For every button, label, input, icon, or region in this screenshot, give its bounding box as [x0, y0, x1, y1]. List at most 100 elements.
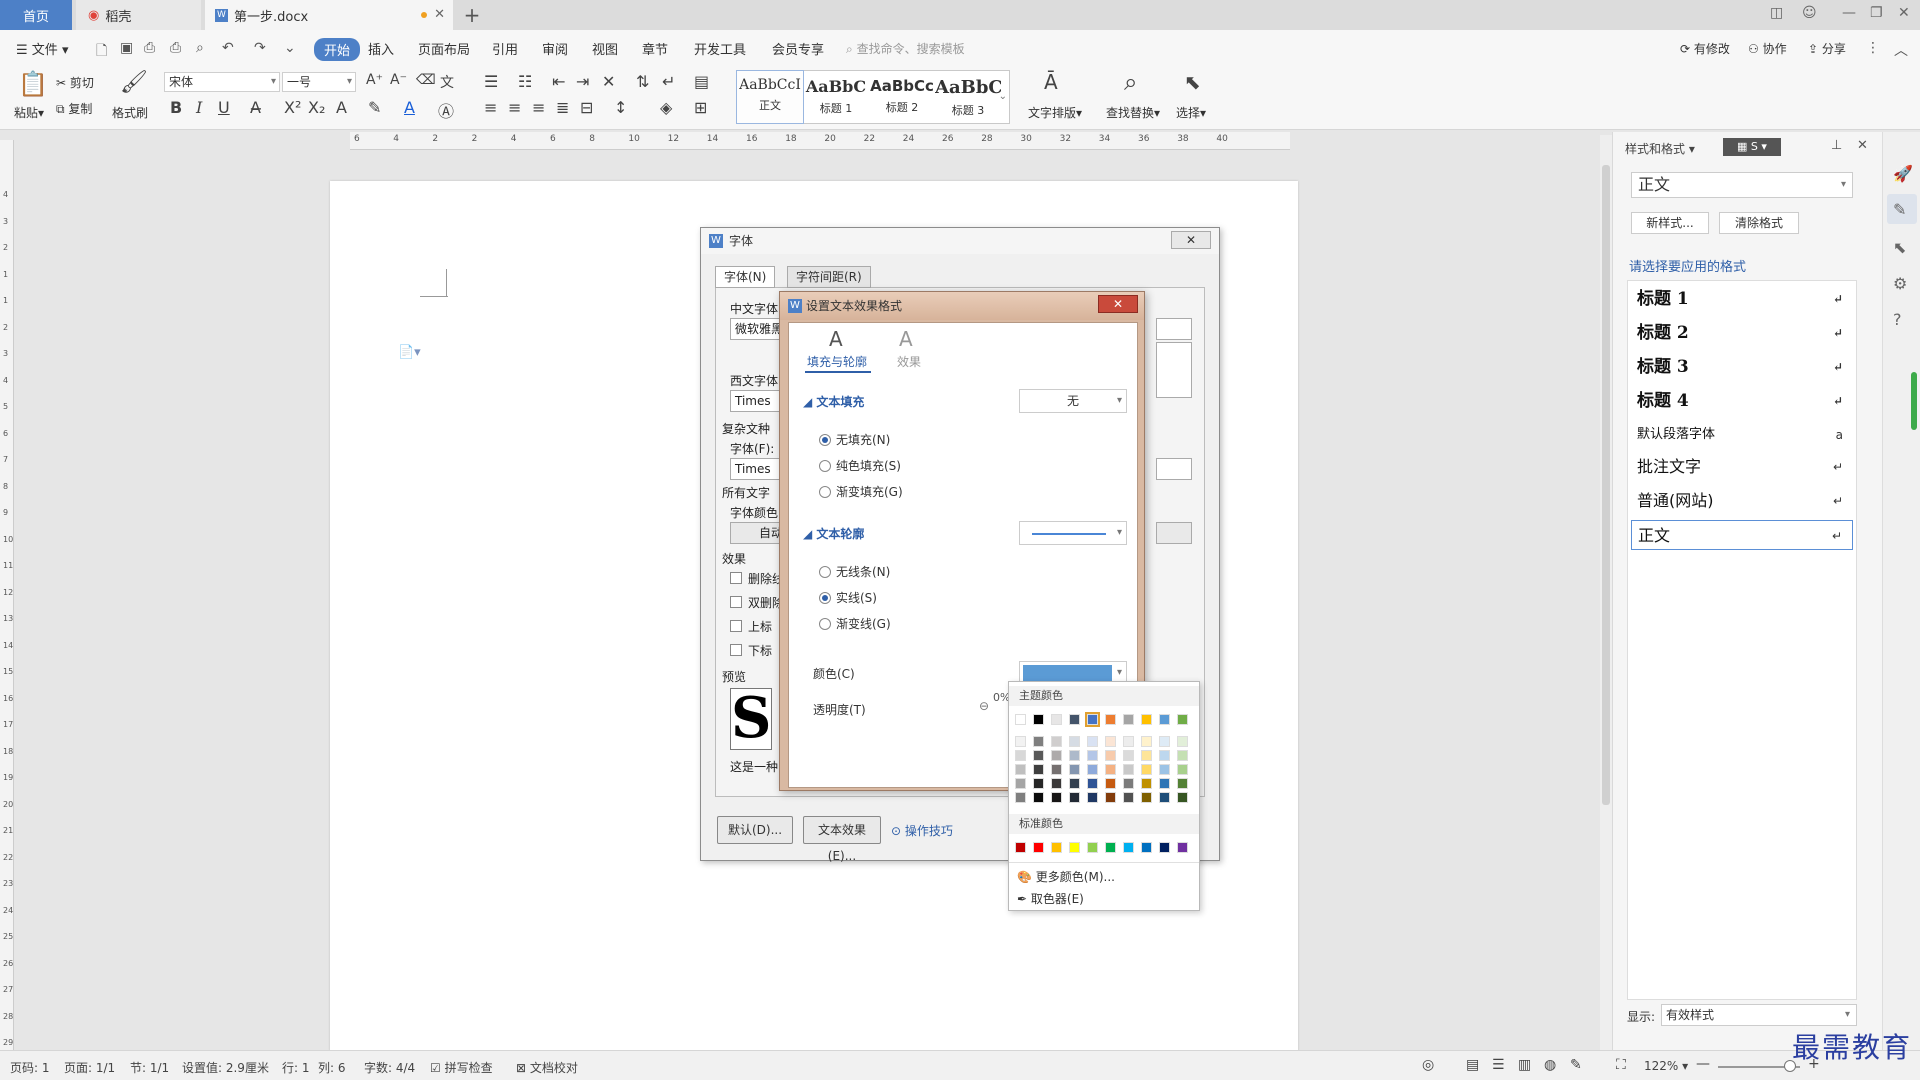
theme-color-swatch[interactable] — [1085, 712, 1100, 727]
show-filter-select[interactable]: 有效样式 ▾ — [1661, 1004, 1857, 1026]
fill-select[interactable]: 无 — [1019, 389, 1127, 413]
tab-daoke[interactable]: ◉ 稻壳 — [76, 0, 201, 30]
save-icon[interactable]: ▣ — [120, 40, 133, 56]
window-close-icon[interactable]: ✕ — [1898, 5, 1910, 21]
status-section[interactable]: 节: 1/1 — [130, 1059, 169, 1076]
theme-shade-swatch[interactable] — [1015, 792, 1026, 803]
select-cursor-icon[interactable]: ⬉ — [1184, 70, 1201, 94]
subscript-checkbox[interactable] — [730, 644, 742, 656]
font-color-icon[interactable]: A — [404, 98, 415, 117]
standard-color-swatch[interactable] — [1123, 842, 1134, 853]
menu-item-insert[interactable]: 插入 — [368, 39, 394, 58]
adjust-icon[interactable]: ⚙ — [1893, 274, 1907, 293]
theme-shade-swatch[interactable] — [1069, 750, 1080, 761]
theme-shade-swatch[interactable] — [1105, 736, 1116, 747]
status-setting[interactable]: 设置值: 2.9厘米 — [182, 1059, 269, 1076]
theme-shade-swatch[interactable] — [1105, 764, 1116, 775]
underline-icon[interactable]: U — [218, 98, 230, 117]
spell-check-toggle[interactable]: ☑ 拼写检查 — [430, 1059, 493, 1076]
solid-fill-radio[interactable]: 纯色填充(S) — [819, 457, 901, 474]
theme-shade-swatch[interactable] — [1105, 750, 1116, 761]
table-tools-icon[interactable]: ▤ — [694, 72, 709, 91]
standard-color-swatch[interactable] — [1177, 842, 1188, 853]
west-font-field[interactable]: Times — [730, 390, 780, 412]
subscript-icon[interactable]: X₂ — [308, 98, 325, 117]
minus-circle-icon[interactable]: ⊖ — [979, 699, 989, 713]
collaborate-button[interactable]: ⚇ 协作 — [1748, 40, 1787, 57]
menu-item-review[interactable]: 审阅 — [542, 39, 568, 58]
line-spacing-icon[interactable]: ↕ — [614, 98, 627, 117]
clear-format-icon[interactable]: ⌫ — [416, 72, 436, 88]
strikethrough-icon[interactable]: A̶ — [250, 98, 261, 117]
standard-color-swatch[interactable] — [1033, 842, 1044, 853]
theme-shade-swatch[interactable] — [1123, 736, 1134, 747]
print-preview-icon[interactable]: ⎙ — [144, 40, 155, 56]
share-button[interactable]: ⇪ 分享 — [1808, 40, 1846, 57]
copy-button[interactable]: ⧉ 复制 — [56, 100, 92, 117]
theme-shade-swatch[interactable] — [1159, 750, 1170, 761]
style-normal[interactable]: AaBbCcI 正文 — [736, 70, 804, 124]
menu-item-chapter[interactable]: 章节 — [642, 39, 668, 58]
superscript-icon[interactable]: X² — [284, 98, 301, 117]
effect-icon[interactable]: A — [899, 327, 913, 351]
increase-indent-icon[interactable]: ⇥ — [576, 72, 589, 91]
tab-font[interactable]: 字体(N) — [715, 266, 776, 288]
outline-view-icon[interactable]: ☰ — [1492, 1057, 1505, 1073]
style-list-item[interactable]: 标题 2 ↵ — [1631, 318, 1853, 348]
tab-document[interactable]: W 第一步.docx ✕ — [205, 0, 453, 30]
status-column[interactable]: 列: 6 — [318, 1059, 346, 1076]
default-button[interactable]: 默认(D)... — [717, 816, 793, 844]
menu-item-start[interactable]: 开始 — [314, 38, 361, 61]
current-style-select[interactable]: 正文 ▾ — [1631, 172, 1853, 198]
theme-shade-swatch[interactable] — [1177, 750, 1188, 761]
font-dialog-title-bar[interactable]: W 字体 ✕ — [701, 228, 1219, 254]
font-dialog-close-button[interactable]: ✕ — [1171, 231, 1211, 249]
theme-shade-swatch[interactable] — [1141, 792, 1152, 803]
new-style-button[interactable]: 新样式... — [1631, 212, 1709, 234]
standard-color-swatch[interactable] — [1015, 842, 1026, 853]
theme-shade-swatch[interactable] — [1033, 750, 1044, 761]
theme-shade-swatch[interactable] — [1123, 750, 1134, 761]
status-word-count[interactable]: 字数: 4/4 — [364, 1059, 415, 1076]
new-tab-button[interactable]: + — [460, 0, 484, 30]
shading-icon[interactable]: ◈ — [660, 98, 672, 117]
theme-shade-swatch[interactable] — [1105, 792, 1116, 803]
text-effect-button[interactable]: 文本效果(E)... — [803, 816, 881, 863]
theme-shade-swatch[interactable] — [1159, 792, 1170, 803]
standard-color-swatch[interactable] — [1051, 842, 1062, 853]
more-options-icon[interactable]: ⋮ — [1866, 40, 1880, 56]
theme-shade-swatch[interactable] — [1069, 736, 1080, 747]
theme-shade-swatch[interactable] — [1033, 736, 1044, 747]
theme-shade-swatch[interactable] — [1105, 778, 1116, 789]
zoom-out-icon[interactable]: — — [1696, 1056, 1710, 1072]
find-replace-button[interactable]: 查找替换▾ — [1106, 104, 1160, 121]
shrink-font-icon[interactable]: A⁻ — [390, 72, 407, 88]
font-color-field[interactable]: 自动 — [730, 522, 780, 544]
theme-color-swatch[interactable] — [1141, 714, 1152, 725]
chinese-layout-icon[interactable]: ✕ — [602, 72, 615, 91]
pin-icon[interactable]: ⊥ — [1831, 138, 1842, 153]
file-menu[interactable]: ☰ 文件 ▾ — [16, 39, 68, 58]
menu-item-member[interactable]: 会员专享 — [772, 39, 824, 58]
theme-color-swatch[interactable] — [1015, 714, 1026, 725]
theme-shade-swatch[interactable] — [1033, 792, 1044, 803]
style-heading-1[interactable]: AaBbC 标题 1 — [803, 71, 869, 123]
style-gallery-expand-icon[interactable]: ⌄ — [999, 91, 1007, 102]
font-size-list[interactable] — [1156, 342, 1192, 398]
theme-shade-swatch[interactable] — [1087, 764, 1098, 775]
style-list-item[interactable]: 标题 1 ↵ — [1631, 284, 1853, 314]
align-center-icon[interactable]: ≡ — [508, 98, 521, 117]
theme-shade-swatch[interactable] — [1069, 764, 1080, 775]
eyedropper-item[interactable]: ✒ 取色器(E) — [1017, 890, 1084, 907]
theme-shade-swatch[interactable] — [1051, 792, 1062, 803]
char-border-icon[interactable]: Ⓐ — [438, 98, 454, 122]
grow-font-icon[interactable]: A⁺ — [366, 72, 383, 88]
gradient-fill-radio[interactable]: 渐变填充(G) — [819, 483, 903, 500]
justify-icon[interactable]: ≣ — [556, 98, 569, 117]
style-list-item[interactable]: 标题 3 ↵ — [1631, 352, 1853, 382]
cut-button[interactable]: ✂ 剪切 — [56, 74, 94, 91]
style-list-item[interactable]: 标题 4 ↵ — [1631, 386, 1853, 416]
theme-color-swatch[interactable] — [1159, 714, 1170, 725]
style-list-item[interactable]: 普通(网站) ↵ — [1631, 486, 1853, 516]
status-pages[interactable]: 页面: 1/1 — [64, 1059, 115, 1076]
